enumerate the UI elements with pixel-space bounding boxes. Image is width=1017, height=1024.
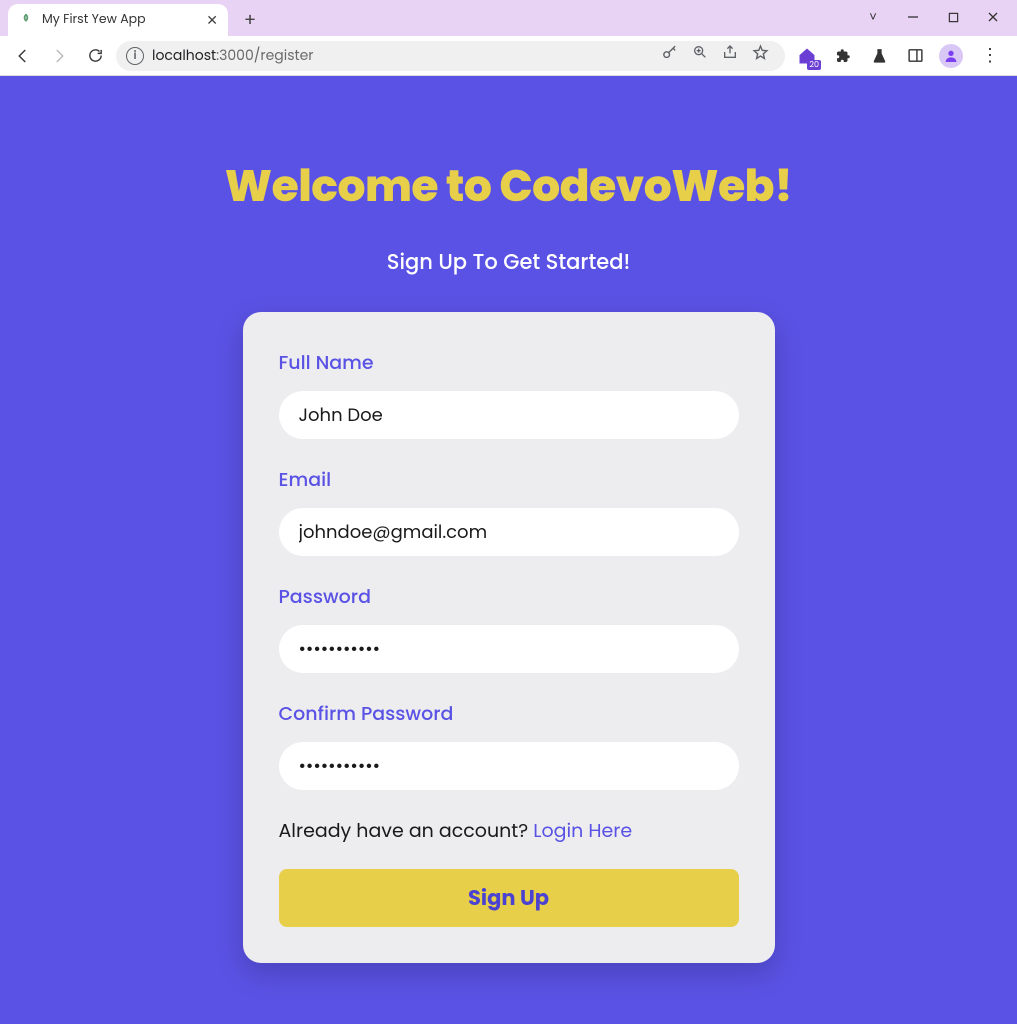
label-password: Password [279,582,739,611]
new-tab-button[interactable]: + [236,6,264,34]
side-panel-icon[interactable] [903,44,927,68]
page-heading: Welcome to CodevoWeb! [225,154,792,219]
window-close-icon[interactable] [975,4,1011,30]
zoom-icon[interactable] [692,44,708,67]
url-text: localhost:3000/register [152,45,314,66]
window-minimize-icon[interactable] [895,4,931,30]
bookmark-star-icon[interactable] [752,44,769,68]
profile-avatar-icon[interactable] [939,44,963,68]
url-host: localhost [152,45,216,65]
input-password[interactable] [279,625,739,673]
labs-flask-icon[interactable] [867,44,891,68]
tab-favicon-icon [18,12,34,28]
field-confirm-password: Confirm Password [279,699,739,790]
browser-tab[interactable]: My First Yew App ✕ [8,4,228,36]
tab-close-icon[interactable]: ✕ [206,10,218,31]
share-icon[interactable] [722,44,738,67]
extension-icons: 20 ⋮ [791,42,1009,69]
url-path: :3000/register [216,45,313,65]
label-fullname: Full Name [279,348,739,377]
extension-badge: 20 [807,60,821,70]
signup-card: Full Name Email Password Confirm Passwor… [243,312,775,963]
input-fullname[interactable] [279,391,739,439]
window-maximize-icon[interactable] [935,4,971,30]
nav-forward-button[interactable] [44,41,74,71]
input-confirm-password[interactable] [279,742,739,790]
extension-home-icon[interactable]: 20 [795,44,819,68]
field-password: Password [279,582,739,673]
site-info-icon[interactable]: i [126,47,144,65]
field-fullname: Full Name [279,348,739,439]
address-bar-actions [661,44,775,68]
chevron-down-icon[interactable]: ˅ [855,4,891,30]
browser-menu-icon[interactable]: ⋮ [975,42,1005,69]
login-prompt-text: Already have an account? [279,817,534,844]
field-email: Email [279,465,739,556]
page-viewport: Welcome to CodevoWeb! Sign Up To Get Sta… [0,76,1017,1024]
nav-reload-button[interactable] [80,41,110,71]
signup-button[interactable]: Sign Up [279,869,739,927]
extensions-puzzle-icon[interactable] [831,44,855,68]
page-subheading: Sign Up To Get Started! [387,247,630,278]
window-controls: ˅ [855,4,1011,30]
address-bar[interactable]: i localhost:3000/register [116,41,785,71]
label-email: Email [279,465,739,494]
label-confirm-password: Confirm Password [279,699,739,728]
login-link[interactable]: Login Here [533,817,632,844]
key-icon[interactable] [661,44,678,68]
input-email[interactable] [279,508,739,556]
browser-toolbar: i localhost:3000/register 20 [0,36,1017,76]
tab-title: My First Yew App [42,11,198,29]
nav-back-button[interactable] [8,41,38,71]
browser-titlebar: My First Yew App ✕ + ˅ [0,0,1017,36]
login-prompt-row: Already have an account? Login Here [279,816,739,845]
